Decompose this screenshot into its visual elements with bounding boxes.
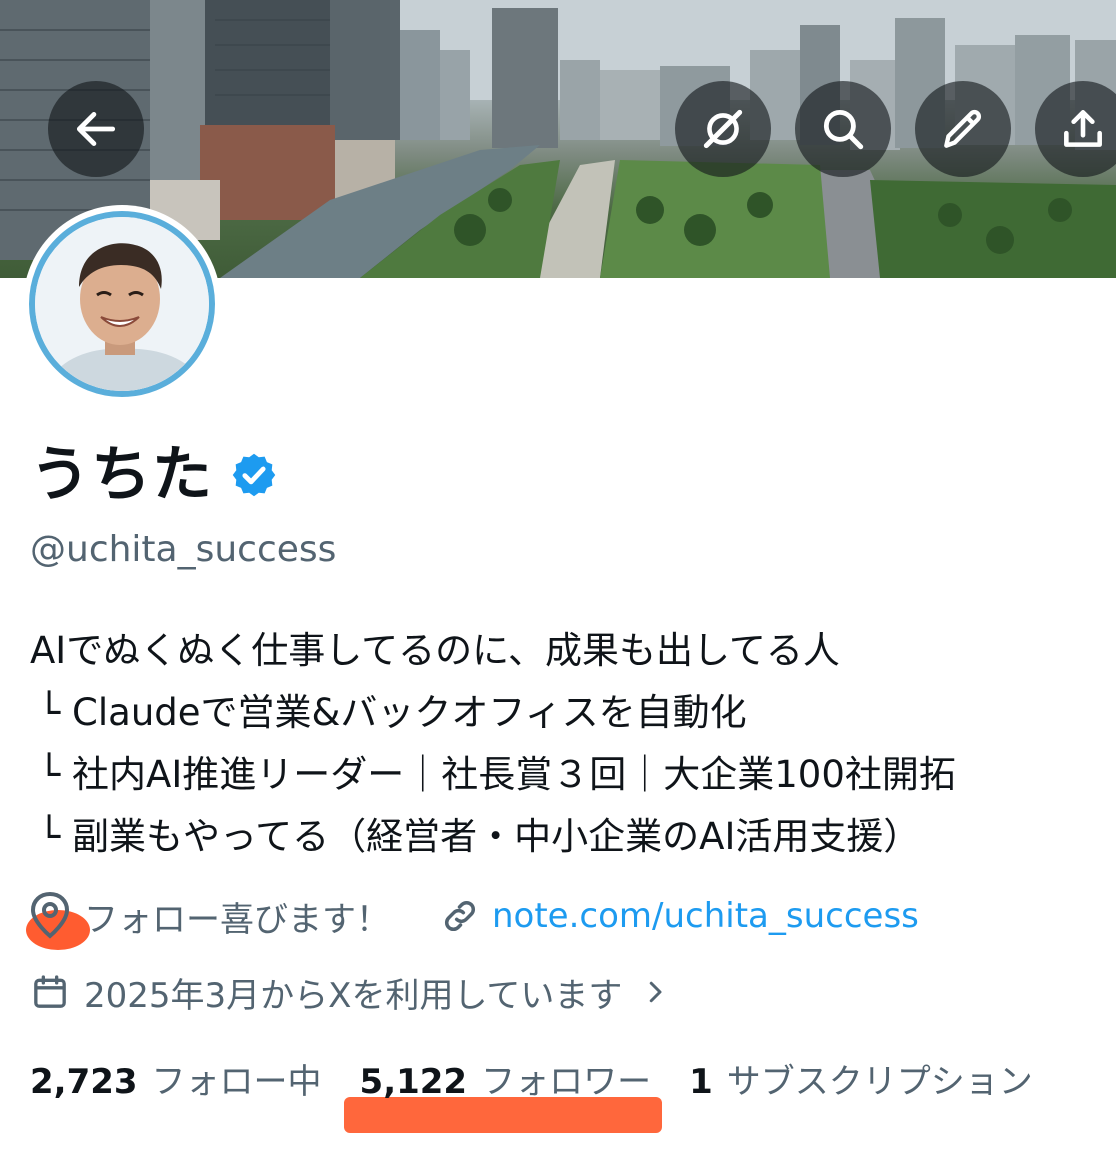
name-row: うちた <box>30 440 279 510</box>
follow-stats: 2,723 フォロー中 5,122 フォロワー 1 サブスクリプション <box>30 1050 1033 1106</box>
bio-line: └ Claudeで営業&バックオフィスを自動化 <box>38 691 747 734</box>
joined-date-text: 2025年3月からXを利用しています <box>84 975 623 1016</box>
following-count: 2,723 <box>30 1061 138 1102</box>
user-handle: @uchita_success <box>30 529 337 570</box>
verified-badge-icon[interactable] <box>229 450 279 500</box>
share-icon <box>1064 110 1102 147</box>
avatar-photo <box>29 211 215 397</box>
search-icon <box>823 109 864 150</box>
search-button[interactable] <box>795 81 891 177</box>
bio-line: AIでぬくぬく仕事してるのに、成果も出してる人 <box>30 629 840 672</box>
edit-button[interactable] <box>915 81 1011 177</box>
profile-avatar[interactable] <box>23 205 221 403</box>
followers-stat[interactable]: 5,122 フォロワー <box>360 1054 652 1103</box>
followers-count: 5,122 <box>359 1061 468 1102</box>
edit-icon <box>944 109 982 148</box>
following-label: フォロー中 <box>151 1061 322 1102</box>
avatar-portrait-image <box>35 217 209 391</box>
subscriptions-count: 1 <box>689 1061 713 1102</box>
profile-bio: AIでぬくぬく仕事してるのに、成果も出してる人 └ Claudeで営業&バックオ… <box>30 620 1110 868</box>
followers-label: フォロワー <box>481 1061 652 1102</box>
profile-meta-row: フォロー喜びます！ note.com/uchita_success <box>30 888 919 944</box>
display-name: うちた <box>30 440 213 510</box>
subscriptions-label: サブスクリプション <box>726 1061 1033 1102</box>
grok-button[interactable] <box>675 81 771 177</box>
following-stat[interactable]: 2,723 フォロー中 <box>30 1054 322 1103</box>
grok-icon <box>703 109 743 149</box>
link-icon <box>445 901 475 931</box>
chevron-right-icon <box>650 981 662 1003</box>
calendar-icon <box>34 975 66 1008</box>
arrow-left-icon <box>76 112 116 146</box>
back-button[interactable] <box>48 81 144 177</box>
bio-line: └ 社内AI推進リーダー｜社長賞３回｜大企業100社開拓 <box>38 753 956 796</box>
location-text: フォロー喜びます！ <box>84 899 390 940</box>
website-link-text[interactable]: note.com/uchita_success <box>492 896 919 936</box>
joined-date-row[interactable]: 2025年3月からXを利用しています <box>30 966 670 1018</box>
website-link[interactable]: note.com/uchita_success <box>440 896 919 936</box>
bio-line: └ 副業もやってる（経営者・中小企業のAI活用支援） <box>38 815 921 858</box>
subscriptions-stat[interactable]: 1 サブスクリプション <box>689 1054 1033 1103</box>
